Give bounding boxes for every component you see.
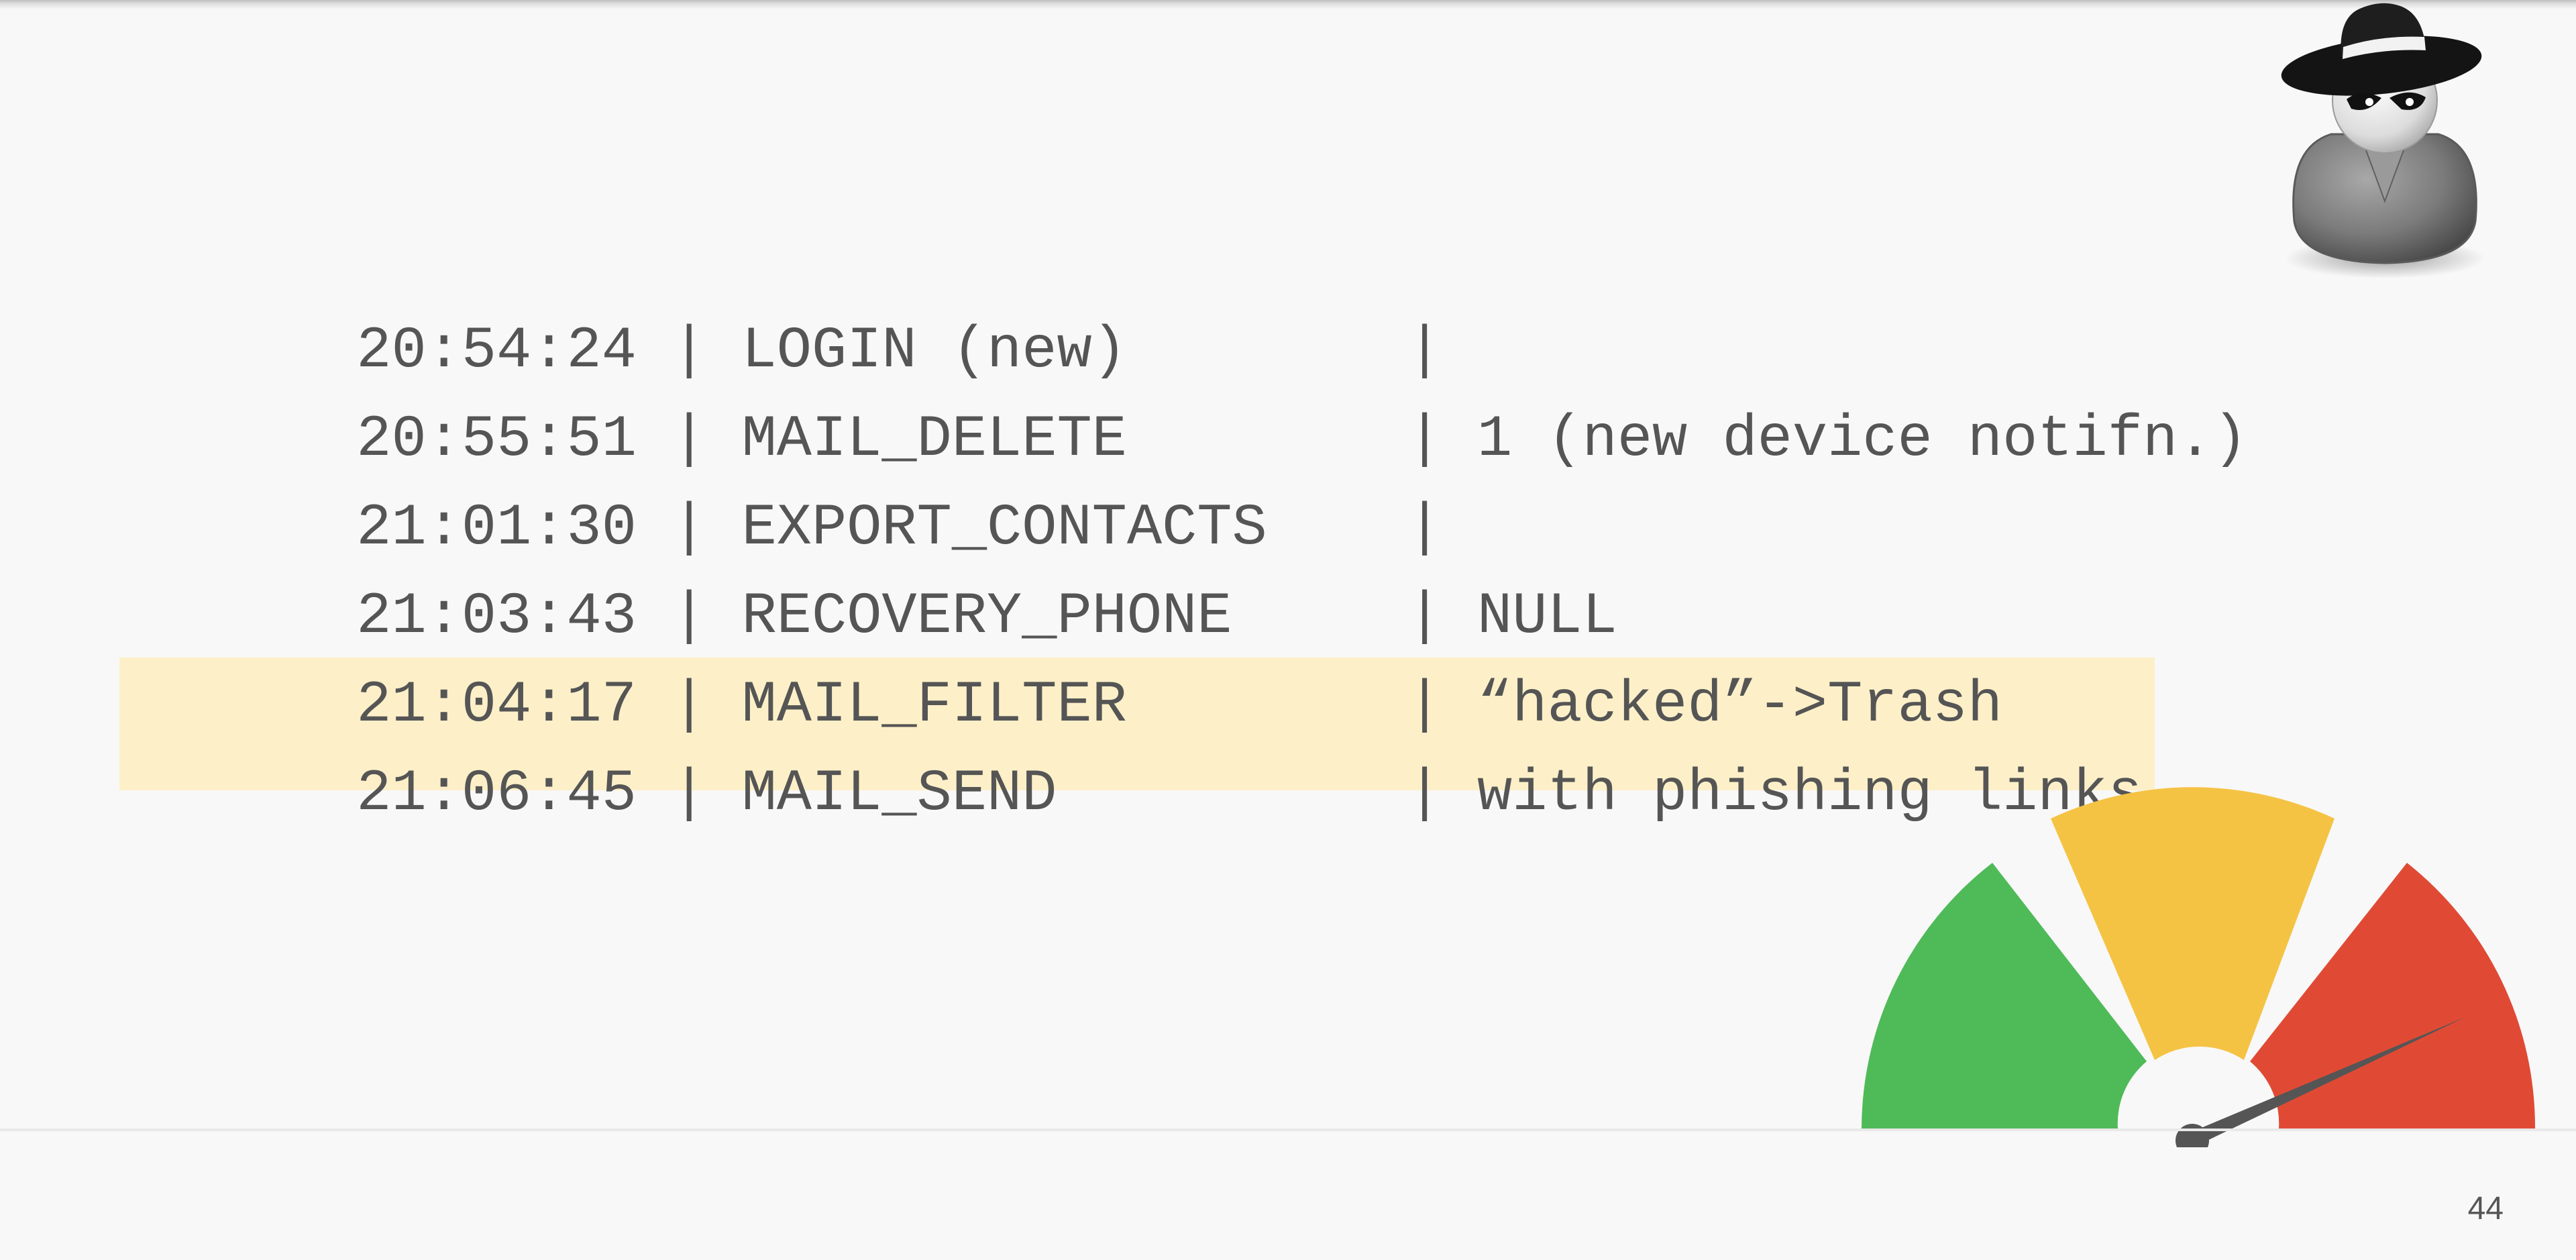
log-row: 21:01:30 | EXPORT_CONTACTS | (146, 396, 1477, 562)
footer-divider (0, 1128, 2576, 1131)
log-row: 20:55:51 | MAIL_DELETE | 1 (new device n… (146, 307, 2247, 473)
spy-pupil-left (2365, 98, 2373, 106)
log-separator: | (1372, 762, 1477, 827)
log-row: 21:04:17 | MAIL_FILTER | “hacked”->Trash (146, 573, 2002, 739)
slide: 20:54:24 | LOGIN (new) | 20:55:51 | MAIL… (0, 0, 2576, 1260)
log-row-highlighted: 21:06:45 | MAIL_SEND | with phishing lin… (146, 662, 2143, 827)
log-separator: | (636, 762, 742, 827)
log-time: 21:06:45 (356, 762, 637, 827)
spy-icon (2281, 3, 2485, 278)
log-detail: 1 (new device notifn.) (1477, 407, 2248, 473)
risk-gauge-icon (1862, 787, 2536, 1147)
spy-pupil-right (2406, 98, 2414, 106)
log-row: 20:54:24 | LOGIN (new) | (146, 219, 1477, 384)
log-row: 21:03:43 | RECOVERY_PHONE | NULL (146, 484, 1617, 650)
page-number: 44 (2467, 1191, 2504, 1226)
log-event: MAIL_SEND (741, 762, 1373, 827)
